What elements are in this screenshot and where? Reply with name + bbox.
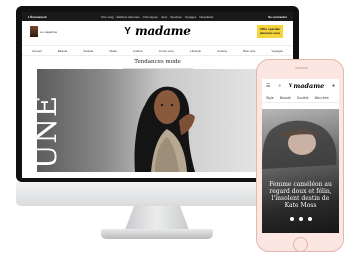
mobile-nav-item[interactable]: Société (297, 96, 309, 100)
mobile-nav: Style Beauté Société Bien-être (262, 93, 339, 103)
nav-item[interactable]: Voyages (271, 49, 283, 53)
nav-item[interactable]: Mode (109, 49, 117, 53)
topbar-link[interactable]: Jeux (161, 15, 167, 19)
magazine-cover-thumbnail[interactable] (30, 26, 38, 37)
section-title: Tendances mode (134, 59, 181, 65)
mobile-phone: ☰ ⌕ Y madame ● Style Beauté Société Bien… (256, 59, 344, 252)
nav-item[interactable]: Bien-être (243, 49, 255, 53)
nav-item[interactable]: Art de vivre (159, 49, 174, 53)
topbar-links: M le mag Éditions abonnés Chroniques Jeu… (50, 15, 266, 19)
share-facebook-icon[interactable] (289, 217, 294, 221)
topbar-link[interactable]: Newsletter (199, 15, 213, 19)
monitor-stand (101, 229, 213, 239)
nav-item[interactable]: Accueil (32, 49, 42, 53)
share-icons (262, 217, 339, 221)
share-twitter-icon[interactable] (298, 217, 303, 221)
site-header: Le magazine Y madame Offre spéciale abon… (22, 21, 293, 46)
topbar-link[interactable]: Éditions abonnés (117, 15, 140, 19)
nav-item[interactable]: Cuisine (217, 49, 227, 53)
topbar-link[interactable]: M le mag (101, 15, 113, 19)
main-nav: Accueil Beauté Société Mode Culture Art … (22, 46, 293, 56)
hero-model-photo (134, 86, 195, 172)
phone-screen: ☰ ⌕ Y madame ● Style Beauté Société Bien… (262, 79, 339, 233)
nav-item[interactable]: Culture (133, 49, 143, 53)
logo-mark-icon: Y (124, 25, 131, 37)
topbar-brand[interactable]: L'Évènement (28, 15, 47, 19)
magazine-label[interactable]: Le magazine (40, 30, 57, 34)
hero-banner[interactable]: UNE (37, 69, 265, 172)
mobile-header: ☰ ⌕ Y madame ● (262, 79, 339, 93)
phone-speaker (295, 67, 308, 69)
hero-word: UNE (37, 95, 63, 169)
mobile-nav-item[interactable]: Bien-être (315, 96, 329, 100)
mobile-hero-photo (262, 120, 337, 169)
home-button[interactable] (293, 237, 308, 252)
site-logo[interactable]: Y madame (124, 24, 191, 38)
site-topbar: L'Évènement M le mag Éditions abonnés Ch… (22, 12, 293, 21)
topbar-link[interactable]: Voyages (185, 15, 197, 19)
login-link[interactable]: Se connecter (268, 15, 287, 19)
logo-mark-icon: Y (288, 83, 293, 89)
menu-icon[interactable]: ☰ (266, 83, 270, 89)
search-icon[interactable]: ⌕ (278, 83, 281, 89)
logo-text: madame (134, 24, 191, 38)
mobile-hero-image[interactable]: Femme caméléon au regard doux et félin, … (262, 109, 339, 233)
nav-item[interactable]: Beauté (58, 49, 68, 53)
nav-item[interactable]: Société (83, 49, 93, 53)
mobile-nav-item[interactable]: Beauté (280, 96, 291, 100)
mobile-headline[interactable]: Femme caméléon au regard doux et félin, … (265, 181, 336, 209)
monitor-neck (125, 206, 189, 230)
user-icon[interactable]: ● (332, 83, 335, 89)
share-pinterest-icon[interactable] (307, 217, 312, 221)
nav-item[interactable]: Lifestyle (190, 49, 201, 53)
topbar-link[interactable]: Chroniques (143, 15, 158, 19)
mobile-nav-item[interactable]: Style (266, 96, 274, 100)
subscribe-button[interactable]: Offre spéciale abonnez-vous (257, 25, 283, 38)
logo-text: madame (293, 82, 325, 90)
topbar-link[interactable]: Services (170, 15, 182, 19)
mobile-logo[interactable]: Y madame (289, 82, 324, 90)
